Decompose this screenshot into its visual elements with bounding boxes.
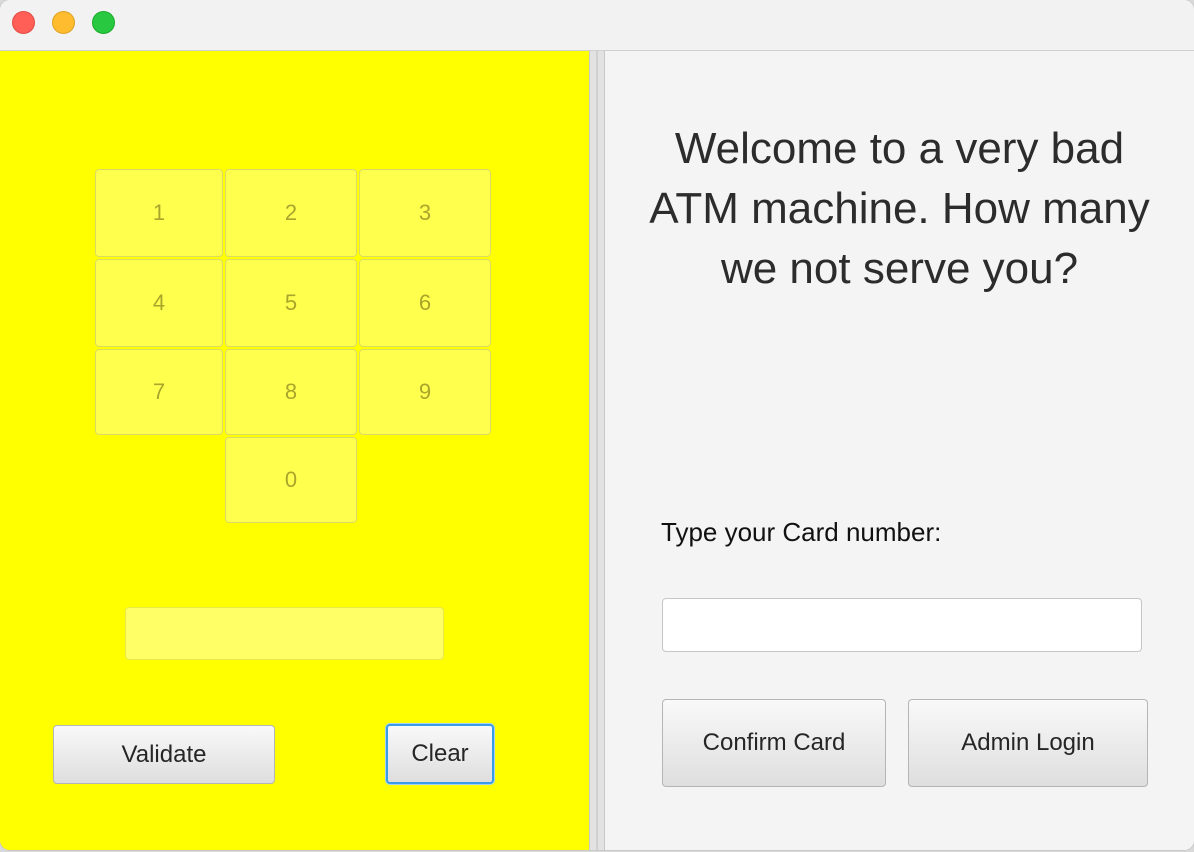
confirm-card-button[interactable]: Confirm Card xyxy=(662,699,886,787)
keypad-key-8[interactable]: 8 xyxy=(225,349,357,435)
welcome-message: Welcome to a very bad ATM machine. How m… xyxy=(605,119,1194,299)
welcome-line-3: we not serve you? xyxy=(720,244,1079,293)
admin-login-button[interactable]: Admin Login xyxy=(908,699,1148,787)
card-panel: Welcome to a very bad ATM machine. How m… xyxy=(605,51,1194,850)
keypad-key-5[interactable]: 5 xyxy=(225,259,357,347)
split-pane-divider[interactable] xyxy=(589,51,605,850)
keypad-panel: 1 2 3 4 5 6 7 8 9 0 Validate Clear xyxy=(0,51,589,850)
title-bar xyxy=(0,0,1194,51)
keypad-key-7[interactable]: 7 xyxy=(95,349,223,435)
close-window-button[interactable] xyxy=(12,11,35,34)
keypad-key-3[interactable]: 3 xyxy=(359,169,491,257)
maximize-window-button[interactable] xyxy=(92,11,115,34)
card-number-label: Type your Card number: xyxy=(661,517,942,547)
pin-display-field[interactable] xyxy=(125,607,444,660)
keypad-key-1[interactable]: 1 xyxy=(95,169,223,257)
keypad-key-2[interactable]: 2 xyxy=(225,169,357,257)
validate-button[interactable]: Validate xyxy=(53,725,275,784)
app-window: 1 2 3 4 5 6 7 8 9 0 Validate Clear Welco… xyxy=(0,0,1194,850)
clear-button[interactable]: Clear xyxy=(386,724,494,784)
keypad-key-0[interactable]: 0 xyxy=(225,437,357,523)
card-number-input[interactable] xyxy=(662,598,1142,652)
keypad-key-9[interactable]: 9 xyxy=(359,349,491,435)
keypad-key-4[interactable]: 4 xyxy=(95,259,223,347)
welcome-line-1: Welcome to a very bad xyxy=(674,124,1125,173)
keypad-key-6[interactable]: 6 xyxy=(359,259,491,347)
welcome-line-2: ATM machine. How many xyxy=(649,184,1150,233)
minimize-window-button[interactable] xyxy=(52,11,75,34)
